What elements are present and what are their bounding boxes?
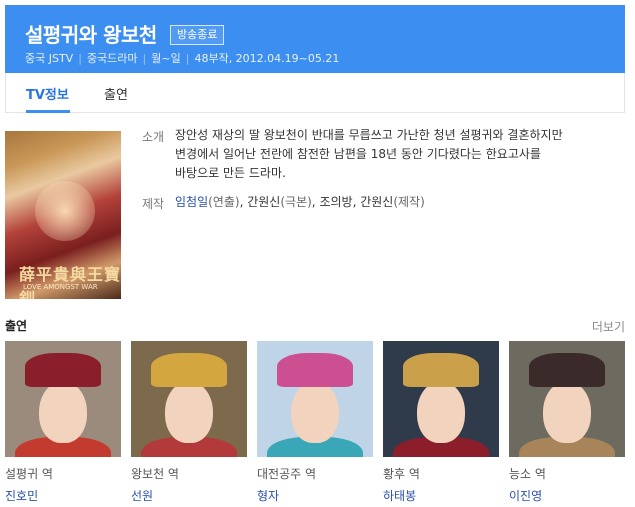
meta-episodes: 48부작, 2012.04.19~05.21 bbox=[194, 52, 340, 65]
director-link[interactable]: 임첨일 bbox=[175, 195, 208, 209]
more-cast-link[interactable]: 더보기 bbox=[592, 318, 625, 335]
meta-schedule: 월~일 bbox=[151, 52, 181, 65]
producer-role: (제작) bbox=[393, 195, 425, 209]
cast-section-heading: 출연 bbox=[5, 319, 28, 333]
cast-card[interactable]: 황후 역 하태봉 bbox=[383, 341, 499, 504]
photo-face bbox=[543, 381, 591, 443]
producer-name: 간원신 bbox=[360, 195, 394, 209]
actor-link[interactable]: 이진영 bbox=[509, 487, 625, 504]
program-poster[interactable]: 薛平貴與王寶釧 LOVE AMONGST WAR bbox=[5, 131, 121, 299]
photo-headdress bbox=[151, 353, 227, 387]
actor-link[interactable]: 형자 bbox=[257, 487, 373, 504]
photo-face bbox=[417, 381, 465, 443]
photo-headdress bbox=[403, 353, 479, 387]
production-label: 제작 bbox=[142, 197, 165, 211]
actor-link[interactable]: 하태봉 bbox=[383, 487, 499, 504]
photo-headdress bbox=[529, 353, 605, 387]
summary-line: 장안성 재상의 딸 왕보천이 반대를 무릅쓰고 가난한 청년 설평귀와 결혼하지… bbox=[175, 128, 563, 142]
poster-subtitle: LOVE AMONGST WAR bbox=[23, 283, 98, 291]
cast-role: 대전공주 역 bbox=[257, 467, 317, 481]
divider: | bbox=[78, 52, 82, 65]
photo-face bbox=[291, 381, 339, 443]
cast-role: 설평귀 역 bbox=[5, 467, 53, 481]
staff-name: 조의방 bbox=[319, 195, 353, 209]
photo-face bbox=[165, 381, 213, 443]
photo-face bbox=[39, 381, 87, 443]
actor-link[interactable]: 선원 bbox=[131, 487, 247, 504]
cast-role: 능소 역 bbox=[509, 467, 546, 481]
active-tab-indicator bbox=[26, 110, 70, 113]
poster-glow bbox=[35, 181, 95, 241]
cast-role: 왕보천 역 bbox=[131, 467, 179, 481]
cast-role: 황후 역 bbox=[383, 467, 420, 481]
photo-headdress bbox=[277, 353, 353, 387]
status-badge: 방송종료 bbox=[170, 25, 225, 45]
cast-photo[interactable] bbox=[383, 341, 499, 457]
meta-genre: 중국드라마 bbox=[86, 52, 138, 65]
summary-label: 소개 bbox=[142, 130, 165, 144]
writer-role: (극본) bbox=[280, 195, 312, 209]
tab-bar: TV정보 출연 bbox=[5, 73, 625, 113]
writer-name: 간원신 bbox=[247, 195, 281, 209]
cast-card[interactable]: 설평귀 역 진호민 bbox=[5, 341, 121, 504]
divider: | bbox=[185, 52, 190, 65]
cast-card[interactable]: 능소 역 이진영 bbox=[509, 341, 625, 504]
photo-headdress bbox=[25, 353, 101, 387]
production-text: 임첨일(연출), 간원신(극본), 조의방, 간원신(제작) bbox=[175, 193, 615, 212]
meta-channel: 중국 JSTV bbox=[25, 52, 74, 65]
cast-photo[interactable] bbox=[131, 341, 247, 457]
program-header: 설평귀와 왕보천 방송종료 중국 JSTV | 중국드라마 | 월~일 | 48부작, 20… bbox=[5, 5, 625, 73]
director-role: (연출) bbox=[208, 195, 240, 209]
summary-text: 장안성 재상의 딸 왕보천이 반대를 무릅쓰고 가난한 청년 설평귀와 결혼하지… bbox=[175, 126, 615, 183]
cast-card[interactable]: 왕보천 역 선원 bbox=[131, 341, 247, 504]
tab-cast[interactable]: 출연 bbox=[104, 84, 128, 103]
tab-tv-info[interactable]: TV정보 bbox=[26, 84, 69, 103]
cast-photo[interactable] bbox=[257, 341, 373, 457]
cast-photo[interactable] bbox=[509, 341, 625, 457]
program-title[interactable]: 설평귀와 왕보천 bbox=[25, 19, 157, 48]
actor-link[interactable]: 진호민 bbox=[5, 487, 121, 504]
poster-title-calligraphy: 薛平貴與王寶釧 bbox=[19, 265, 121, 299]
program-meta: 중국 JSTV | 중국드라마 | 월~일 | 48부작, 2012.04.19~05.21 bbox=[25, 50, 339, 66]
cast-photo[interactable] bbox=[5, 341, 121, 457]
divider: | bbox=[142, 52, 147, 65]
summary-line: 변경에서 일어난 전란에 참전한 남편을 18년 동안 기다렸다는 한요고사를 bbox=[175, 147, 541, 161]
cast-card[interactable]: 대전공주 역 형자 bbox=[257, 341, 373, 504]
summary-line: 바탕으로 만든 드라마. bbox=[175, 166, 286, 180]
